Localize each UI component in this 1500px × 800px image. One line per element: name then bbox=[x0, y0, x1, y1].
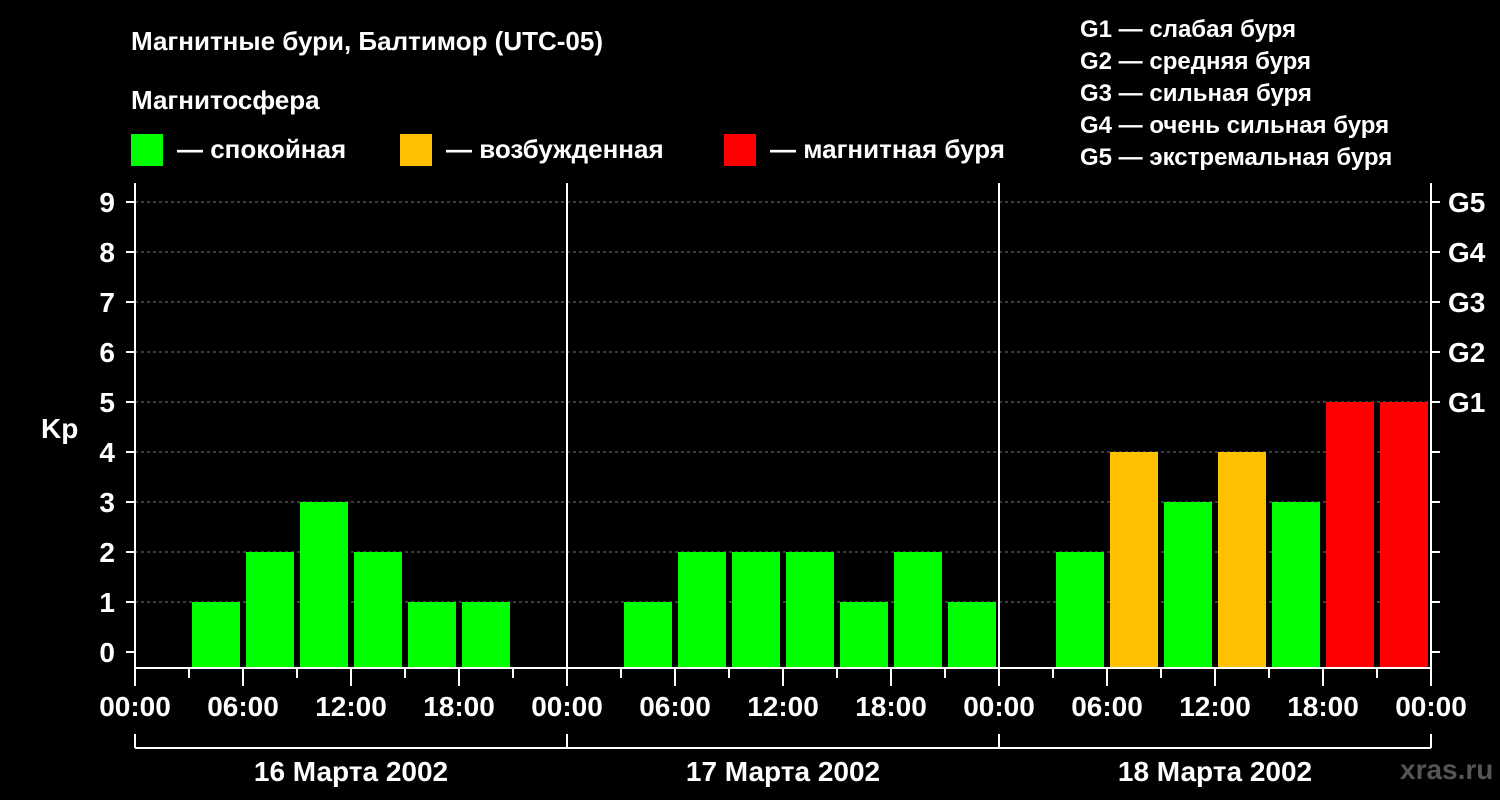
x-tick-label: 00:00 bbox=[99, 691, 171, 722]
x-tick-label: 18:00 bbox=[855, 691, 927, 722]
g-scale-g2: G2 — средняя буря bbox=[1080, 48, 1311, 75]
y-tick-label: 3 bbox=[99, 487, 115, 518]
axes: 0 1 2 3 4 5 6 7 8 9 G1 G2 G3 G4 G5 00:00 06:00 12:00 18:00… bbox=[99, 183, 1486, 787]
y-tick-label: 2 bbox=[99, 537, 115, 568]
kp-bar bbox=[1272, 502, 1320, 668]
day-label: 17 Марта 2002 bbox=[686, 756, 880, 787]
y-axis-label: Kp bbox=[41, 413, 78, 444]
legend-swatch-active bbox=[400, 134, 432, 166]
x-tick-label: 18:00 bbox=[1287, 691, 1359, 722]
g-level-label: G3 bbox=[1448, 287, 1485, 318]
kp-bar bbox=[786, 552, 834, 668]
x-tick-label: 12:00 bbox=[315, 691, 387, 722]
g-scale-g1: G1 — слабая буря bbox=[1080, 16, 1296, 43]
x-tick-label: 00:00 bbox=[531, 691, 603, 722]
x-tick-label: 00:00 bbox=[963, 691, 1035, 722]
g-level-label: G4 bbox=[1448, 237, 1486, 268]
g-scale-legend: G1 — слабая буря G2 — средняя буря G3 — … bbox=[1080, 16, 1392, 171]
kp-bar bbox=[1056, 552, 1104, 668]
kp-bar bbox=[1380, 402, 1428, 668]
y-tick-label: 5 bbox=[99, 387, 115, 418]
kp-bar bbox=[1218, 452, 1266, 668]
day-label: 16 Марта 2002 bbox=[254, 756, 448, 787]
kp-bar bbox=[300, 502, 348, 668]
kp-bar bbox=[462, 602, 510, 668]
y-tick-label: 7 bbox=[99, 287, 115, 318]
g-scale-g3: G3 — сильная буря bbox=[1080, 80, 1312, 107]
g-scale-g5: G5 — экстремальная буря bbox=[1080, 144, 1392, 171]
kp-bar bbox=[624, 602, 672, 668]
y-tick-label: 9 bbox=[99, 187, 115, 218]
x-tick-label: 18:00 bbox=[423, 691, 495, 722]
bars bbox=[192, 402, 1428, 668]
kp-bar bbox=[1164, 502, 1212, 668]
kp-bar bbox=[408, 602, 456, 668]
g-level-label: G1 bbox=[1448, 387, 1485, 418]
day-label: 18 Марта 2002 bbox=[1118, 756, 1312, 787]
x-tick-label: 06:00 bbox=[207, 691, 279, 722]
y-tick-label: 4 bbox=[99, 437, 115, 468]
y-tick-label: 0 bbox=[99, 637, 115, 668]
y-tick-label: 6 bbox=[99, 337, 115, 368]
x-tick-label: 12:00 bbox=[747, 691, 819, 722]
kp-bar bbox=[1110, 452, 1158, 668]
watermark: xras.ru bbox=[1400, 754, 1493, 785]
legend-label-quiet: — спокойная bbox=[177, 134, 346, 164]
kp-bar bbox=[678, 552, 726, 668]
legend-swatch-storm bbox=[724, 134, 756, 166]
kp-bar bbox=[354, 552, 402, 668]
chart-title: Магнитные бури, Балтимор (UTC-05) bbox=[131, 26, 603, 56]
y-tick-label: 1 bbox=[99, 587, 115, 618]
x-tick-label: 06:00 bbox=[1071, 691, 1143, 722]
x-tick-label: 00:00 bbox=[1395, 691, 1467, 722]
kp-bar bbox=[840, 602, 888, 668]
kp-bar bbox=[948, 602, 996, 668]
x-tick-label: 12:00 bbox=[1179, 691, 1251, 722]
y-tick-label: 8 bbox=[99, 237, 115, 268]
g-level-label: G2 bbox=[1448, 337, 1485, 368]
kp-bar bbox=[894, 552, 942, 668]
kp-bar bbox=[732, 552, 780, 668]
kp-bar bbox=[192, 602, 240, 668]
legend: — спокойная — возбужденная — магнитная б… bbox=[131, 134, 1005, 166]
g-level-label: G5 bbox=[1448, 187, 1485, 218]
g-scale-g4: G4 — очень сильная буря bbox=[1080, 112, 1389, 139]
legend-label-storm: — магнитная буря bbox=[770, 134, 1005, 164]
legend-swatch-quiet bbox=[131, 134, 163, 166]
kp-bar bbox=[246, 552, 294, 668]
legend-heading: Магнитосфера bbox=[131, 85, 320, 115]
kp-bar bbox=[1326, 402, 1374, 668]
legend-label-active: — возбужденная bbox=[446, 134, 664, 164]
x-tick-label: 06:00 bbox=[639, 691, 711, 722]
kp-chart: Магнитные бури, Балтимор (UTC-05) Магнит… bbox=[41, 16, 1493, 787]
